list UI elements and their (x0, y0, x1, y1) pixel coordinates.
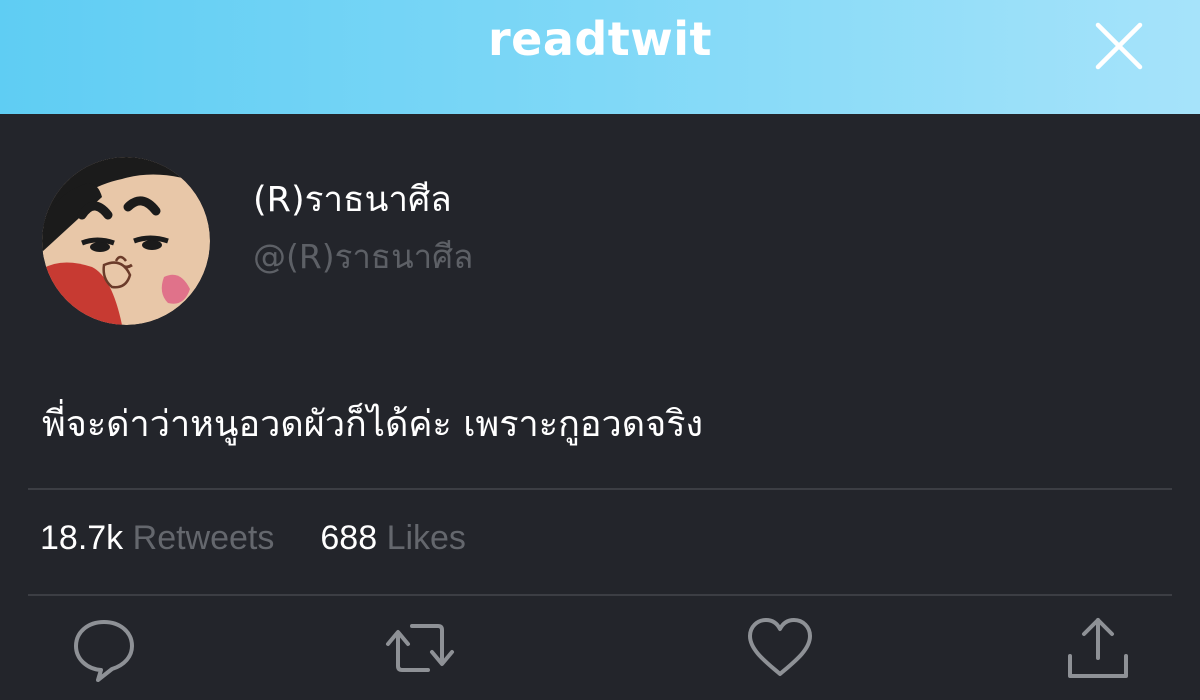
retweet-button[interactable] (384, 612, 456, 684)
share-button[interactable] (1062, 612, 1134, 684)
likes-count[interactable]: 688 (320, 519, 377, 557)
close-icon (1095, 22, 1143, 70)
user-handle[interactable]: @(R)ราธนาศีล (253, 230, 473, 283)
close-button[interactable] (1088, 20, 1150, 72)
retweet-icon (386, 624, 454, 672)
cartoon-avatar (42, 157, 210, 325)
display-name[interactable]: (R)ราธนาศีล (253, 172, 452, 227)
likes-label[interactable]: Likes (387, 519, 466, 557)
like-button[interactable] (744, 612, 816, 684)
retweets-label[interactable]: Retweets (133, 519, 275, 557)
reply-icon (74, 620, 134, 682)
tweet-text: พี่จะด่าว่าหนูอวดผัวก็ได้ค่ะ เพราะกูอวดจ… (42, 404, 704, 445)
reply-button[interactable] (68, 612, 140, 684)
divider (28, 594, 1172, 596)
share-icon (1068, 618, 1128, 678)
divider (28, 488, 1172, 490)
heart-icon (748, 618, 812, 676)
avatar[interactable] (42, 157, 210, 325)
app-logo: readtwit (487, 12, 713, 66)
top-bar: readtwit (0, 0, 1200, 114)
retweets-count[interactable]: 18.7k (40, 519, 123, 557)
readtwit-app: readtwit (R)ราธนาศีล @(R)ราธนาศีล พี่จะด… (0, 0, 1200, 700)
tweet-stats: 18.7k Retweets 688 Likes (40, 519, 466, 558)
